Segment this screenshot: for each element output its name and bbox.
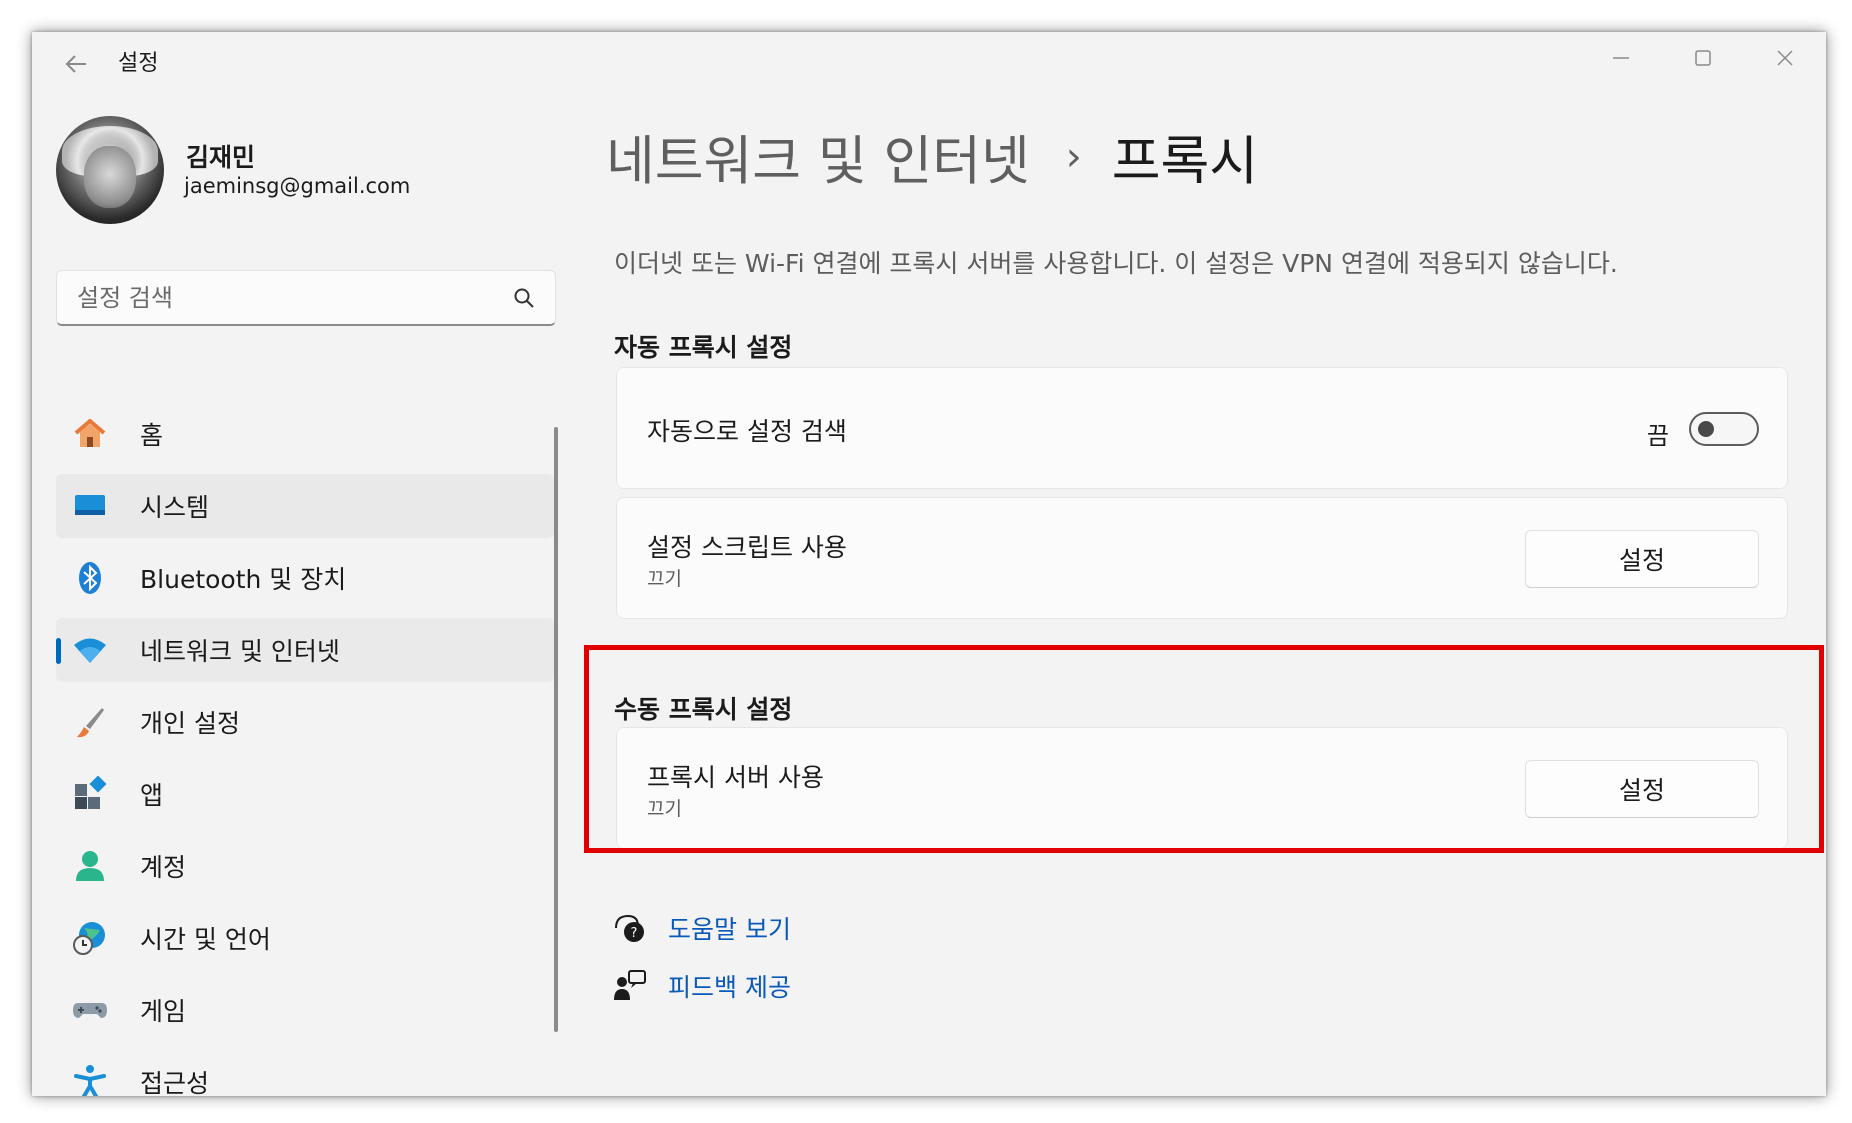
sidebar-item-label: 개인 설정 [140,709,240,738]
app-title: 설정 [118,51,159,76]
auto-detect-toggle[interactable] [1689,412,1759,446]
setup-script-label: 설정 스크립트 사용 [647,533,847,562]
feedback-link-text[interactable]: 피드백 제공 [668,968,791,1004]
help-icon: ? [615,914,644,942]
minimize-button[interactable] [1580,32,1662,84]
back-button[interactable] [52,44,100,84]
setup-script-status: 끄기 [647,568,682,590]
accessibility-icon [74,1065,106,1096]
sidebar-item-time-language[interactable]: 시간 및 언어 [56,906,554,970]
sidebar-item-label: 접근성 [140,1069,210,1096]
red-highlight-box [584,645,1824,853]
sidebar-item-bluetooth[interactable]: Bluetooth 및 장치 [56,546,554,610]
page-title: 프록시 [1111,131,1259,192]
auto-detect-label: 자동으로 설정 검색 [647,417,847,446]
settings-window: 설정 김재민 jaeminsg@gmail.com 홈 [32,32,1826,1096]
brush-icon [77,708,104,738]
sidebar-item-home[interactable]: 홈 [56,402,554,466]
sidebar-item-label: 앱 [140,781,164,810]
user-email: jaeminsg@gmail.com [184,174,411,198]
page-description: 이더넷 또는 Wi-Fi 연결에 프록시 서버를 사용합니다. 이 설정은 VP… [614,249,1618,278]
close-icon [1777,50,1793,66]
account-icon [76,851,104,881]
toggle-knob [1698,421,1714,437]
auto-detect-card: 자동으로 설정 검색 끔 [616,367,1788,489]
user-name: 김재민 [186,143,256,172]
sidebar-item-label: 시간 및 언어 [140,925,271,954]
sidebar-item-label: Bluetooth 및 장치 [140,565,347,594]
close-button[interactable] [1744,32,1826,84]
sidebar-item-apps[interactable]: 앱 [56,762,554,826]
auto-proxy-section-title: 자동 프록시 설정 [614,333,793,362]
selection-indicator [56,638,61,664]
minimize-icon [1613,57,1629,59]
sidebar-item-label: 홈 [140,421,164,450]
avatar-face [84,146,136,208]
sidebar-item-label: 게임 [140,997,187,1026]
sidebar-item-network[interactable]: 네트워크 및 인터넷 [56,618,554,682]
system-icon [75,495,105,515]
gamepad-icon [73,1003,107,1018]
breadcrumb: 네트워크 및 인터넷 › 프록시 [606,112,1258,202]
sidebar-item-label: 네트워크 및 인터넷 [140,637,340,666]
feedback-link[interactable]: 피드백 제공 [612,968,791,1004]
sidebar-item-accessibility[interactable]: 접근성 [56,1050,554,1096]
setup-script-button[interactable]: 설정 [1525,530,1759,588]
breadcrumb-separator: › [1065,134,1082,180]
help-link-text[interactable]: 도움말 보기 [668,910,791,946]
search-icon[interactable] [513,287,535,309]
maximize-button[interactable] [1662,32,1744,84]
home-icon [74,419,106,447]
maximize-icon [1695,50,1711,66]
help-link[interactable]: ? 도움말 보기 [612,910,791,946]
sidebar-nav: 홈 시스템 Bluetooth 및 장치 네트워크 및 인터넷 개인 설정 앱 … [56,402,554,1096]
wifi-icon [74,638,106,663]
auto-detect-state: 끔 [1646,422,1669,450]
globe-clock-icon [73,922,105,955]
sidebar-scrollbar[interactable] [554,427,558,1032]
sidebar-item-gaming[interactable]: 게임 [56,978,554,1042]
bluetooth-icon [79,562,101,594]
setup-script-card: 설정 스크립트 사용 끄기 설정 [616,497,1788,619]
svg-text:?: ? [631,926,638,941]
sidebar-item-accounts[interactable]: 계정 [56,834,554,898]
sidebar-item-system[interactable]: 시스템 [56,474,554,538]
breadcrumb-parent[interactable]: 네트워크 및 인터넷 [606,119,1030,195]
feedback-icon [614,970,646,1000]
sidebar-item-label: 시스템 [140,493,210,522]
sidebar-item-personalization[interactable]: 개인 설정 [56,690,554,754]
search-box[interactable] [56,270,556,326]
back-arrow-icon [65,55,86,73]
search-input[interactable] [75,271,499,325]
apps-icon [75,776,107,809]
avatar[interactable] [56,116,164,224]
sidebar-item-label: 계정 [140,853,187,882]
